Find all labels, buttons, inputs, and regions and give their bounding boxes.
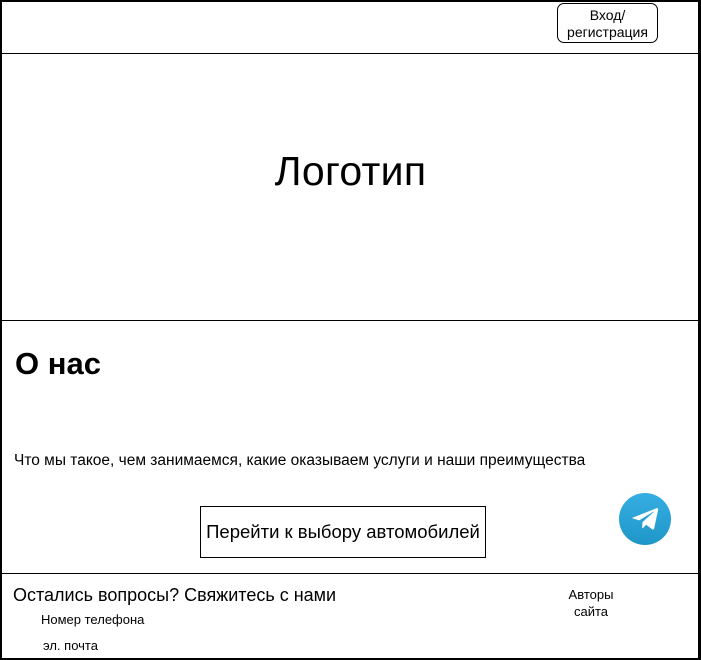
about-description: Что мы такое, чем занимаемся, какие оказ… bbox=[14, 452, 586, 469]
choose-cars-button[interactable]: Перейти к выбору автомобилей bbox=[200, 506, 486, 558]
phone-number[interactable]: Номер телефона bbox=[41, 612, 144, 628]
login-register-button[interactable]: Вход/ регистрация bbox=[557, 3, 658, 43]
telegram-icon bbox=[632, 508, 659, 530]
about-title: О нас bbox=[15, 346, 101, 381]
hero-section: Логотип bbox=[0, 54, 701, 321]
email-address[interactable]: эл. почта bbox=[43, 638, 98, 654]
telegram-button[interactable] bbox=[619, 493, 671, 545]
site-header: Вход/ регистрация bbox=[0, 0, 701, 54]
site-logo: Логотип bbox=[274, 148, 427, 194]
site-authors-link[interactable]: Авторы сайта bbox=[560, 586, 622, 620]
contact-title: Остались вопросы? Свяжитесь с нами bbox=[13, 585, 337, 605]
